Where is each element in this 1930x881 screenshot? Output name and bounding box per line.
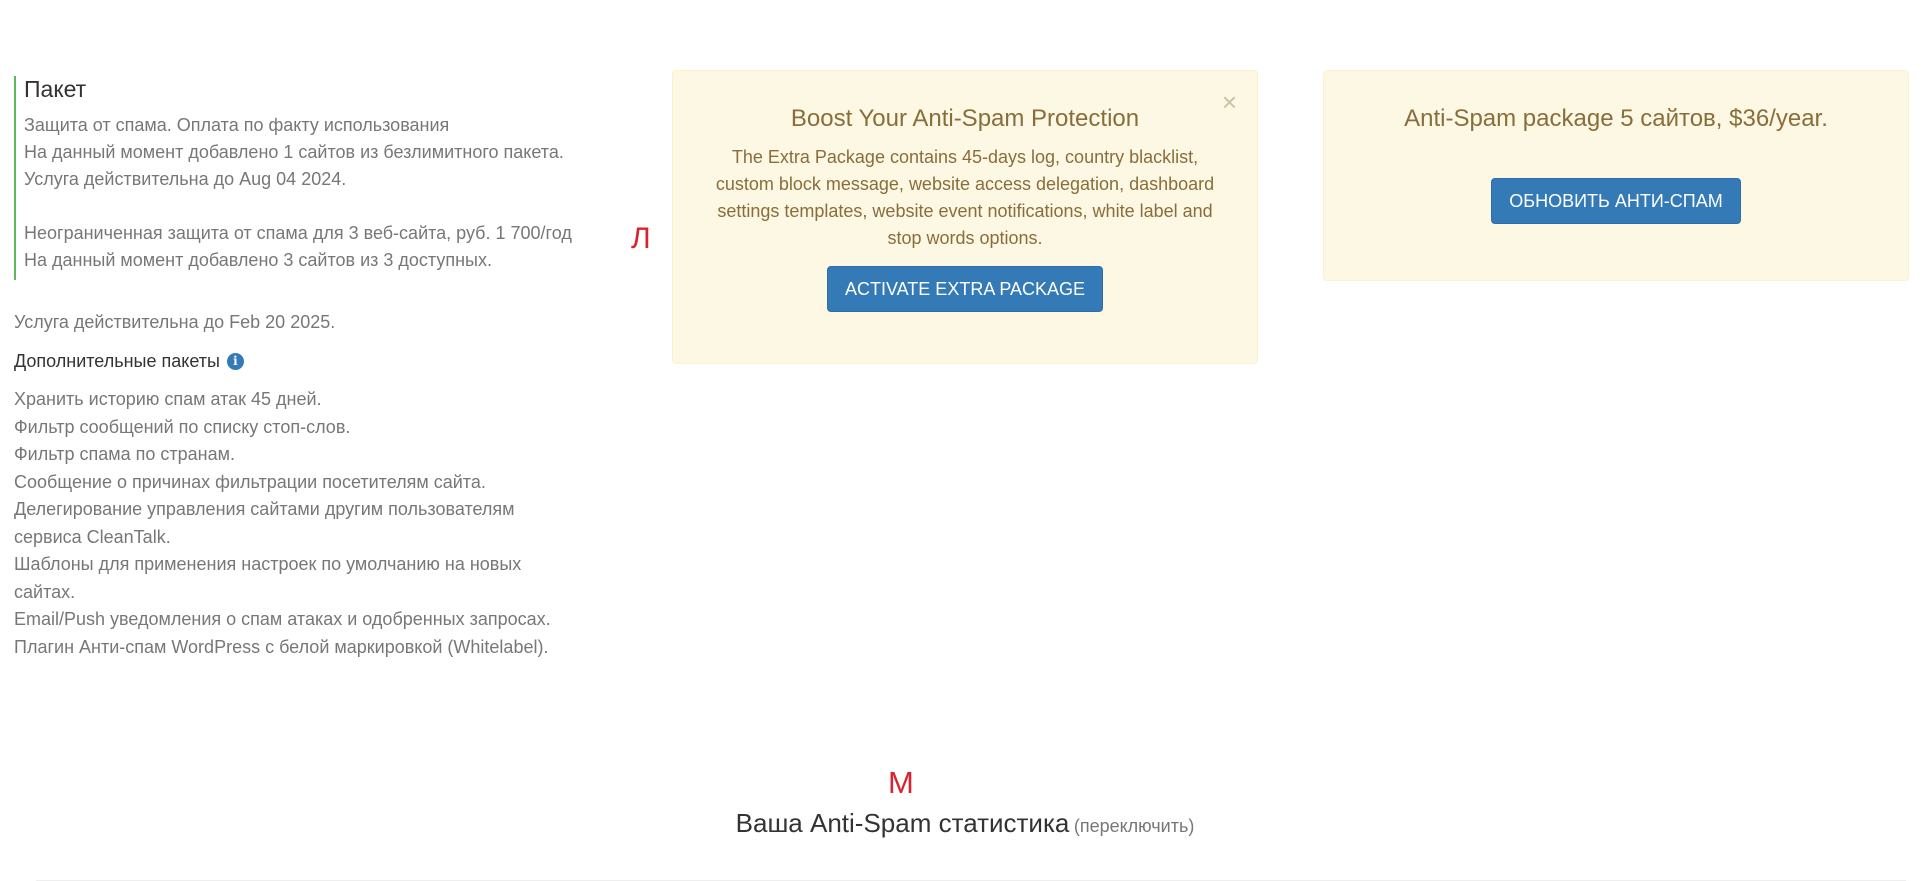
extra-package-panel: × Boost Your Anti-Spam Protection The Ex… xyxy=(672,70,1258,364)
extra-packages-heading: Дополнительные пакеты i xyxy=(14,348,244,374)
annotation-marker-l: Л xyxy=(631,222,651,255)
list-item: Фильтр сообщений по списку стоп-слов. xyxy=(14,416,351,437)
extra-package-title: Boost Your Anti-Spam Protection xyxy=(790,105,1140,132)
list-item: Фильтр спама по странам. xyxy=(14,444,235,464)
list-item: Плагин Анти-спам WordPress с белой марки… xyxy=(14,636,549,657)
list-item: сайтах. xyxy=(14,581,76,602)
package-title: Пакет xyxy=(24,76,87,102)
annotation-marker-m: М xyxy=(888,765,914,800)
extra-package-description: The Extra Package contains 45-days log, … xyxy=(715,147,1215,248)
stats-toggle-link[interactable]: (переключить) xyxy=(1074,816,1195,836)
list-item: Шаблоны для применения настроек по умолч… xyxy=(14,554,522,574)
package-line-valid-until: Услуга действительна до Aug 04 2024. xyxy=(24,169,347,189)
list-item: Делегирование управления сайтами другим … xyxy=(14,499,515,519)
package-line-payg: Защита от спама. Оплата по факту использ… xyxy=(24,115,450,135)
activate-extra-package-button[interactable]: ACTIVATE EXTRA PACKAGE xyxy=(826,266,1104,312)
stats-heading: Ваша Anti-Spam статистика (переключить) xyxy=(0,808,1930,839)
stats-title: Ваша Anti-Spam статистика xyxy=(735,808,1070,838)
package-line-sites-added: На данный момент добавлено 1 сайтов из б… xyxy=(24,142,564,162)
close-icon[interactable]: × xyxy=(1222,89,1237,115)
upgrade-offer-title: Anti-Spam package 5 сайтов, $36/year. xyxy=(1404,105,1828,132)
package-line-unlimited: Неограниченная защита от спама для 3 веб… xyxy=(24,223,572,243)
upgrade-panel: Anti-Spam package 5 сайтов, $36/year. ОБ… xyxy=(1323,70,1909,281)
service-valid-until: Услуга действительна до Feb 20 2025. xyxy=(14,312,336,332)
upgrade-anti-spam-button[interactable]: ОБНОВИТЬ АНТИ-СПАМ xyxy=(1491,178,1741,224)
extra-features-list: Хранить историю спам атак 45 дней. Фильт… xyxy=(14,386,614,661)
info-icon[interactable]: i xyxy=(226,352,244,370)
extra-packages-title: Дополнительные пакеты xyxy=(14,351,220,371)
package-block: Пакет Защита от спама. Оплата по факту и… xyxy=(14,76,634,280)
list-item: Хранить историю спам атак 45 дней. xyxy=(14,389,322,409)
package-line-sites-count: На данный момент добавлено 3 сайтов из 3… xyxy=(24,250,492,270)
list-item: сервиса CleanTalk. xyxy=(14,526,171,547)
list-item: Сообщение о причинах фильтрации посетите… xyxy=(14,471,486,492)
list-item: Email/Push уведомления о спам атаках и о… xyxy=(14,609,551,629)
